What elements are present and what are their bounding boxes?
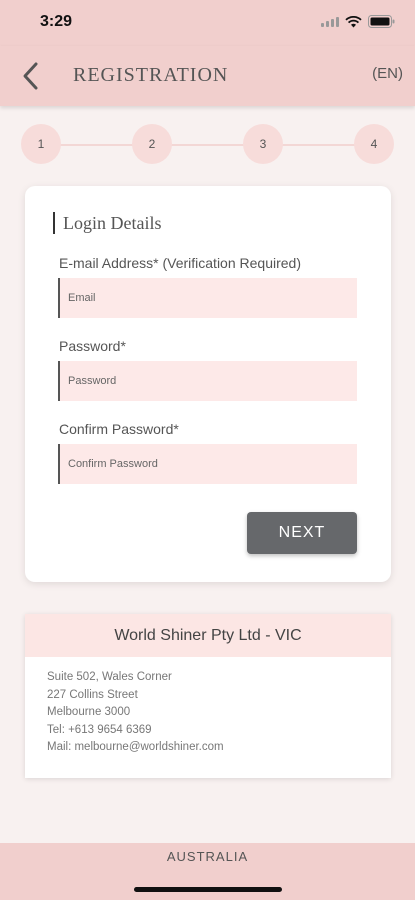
password-label: Password*	[59, 338, 126, 354]
office-phone[interactable]: Tel: +613 9654 6369	[47, 722, 391, 740]
status-time: 3:29	[40, 13, 73, 30]
login-details-card: Login Details E-mail Address* (Verificat…	[25, 186, 391, 582]
email-label: E-mail Address* (Verification Required)	[59, 255, 301, 271]
confirm-password-field[interactable]	[58, 444, 357, 484]
email-field[interactable]	[58, 278, 357, 318]
step-3[interactable]: 3	[243, 124, 283, 164]
language-selector[interactable]: (EN)	[372, 65, 403, 82]
back-button[interactable]	[14, 58, 46, 94]
section-title: Login Details	[53, 212, 161, 234]
footer: AUSTRALIA	[0, 843, 415, 900]
office-address-line: Suite 502, Wales Corner	[47, 671, 172, 683]
back-arrow-icon	[23, 62, 38, 90]
home-indicator[interactable]	[134, 887, 282, 892]
step-2[interactable]: 2	[132, 124, 172, 164]
office-email[interactable]: Mail: melbourne@worldshiner.com	[47, 739, 391, 757]
nav-bar: REGISTRATION (EN)	[0, 46, 415, 106]
battery-icon	[368, 15, 395, 28]
registration-stepper: 1 2 3 4	[0, 124, 415, 166]
stepper-track	[40, 144, 374, 146]
status-icons	[321, 15, 395, 28]
page-title: REGISTRATION	[73, 64, 229, 86]
next-button[interactable]: NEXT	[247, 512, 357, 554]
office-address: Suite 502, Wales Corner 227 Collins Stre…	[25, 657, 391, 757]
step-4[interactable]: 4	[354, 124, 394, 164]
step-1[interactable]: 1	[21, 124, 61, 164]
office-name: World Shiner Pty Ltd - VIC	[25, 614, 391, 657]
confirm-password-label: Confirm Password*	[59, 421, 179, 437]
wifi-icon	[345, 15, 362, 28]
footer-country: AUSTRALIA	[166, 849, 249, 864]
office-address-line: 227 Collins Street	[47, 688, 138, 701]
status-bar: 3:29	[0, 0, 415, 46]
office-address-line: Melbourne 3000	[47, 706, 131, 718]
signal-icon	[321, 16, 339, 27]
password-field[interactable]	[58, 361, 357, 401]
office-info-card: World Shiner Pty Ltd - VIC Suite 502, Wa…	[25, 614, 391, 778]
